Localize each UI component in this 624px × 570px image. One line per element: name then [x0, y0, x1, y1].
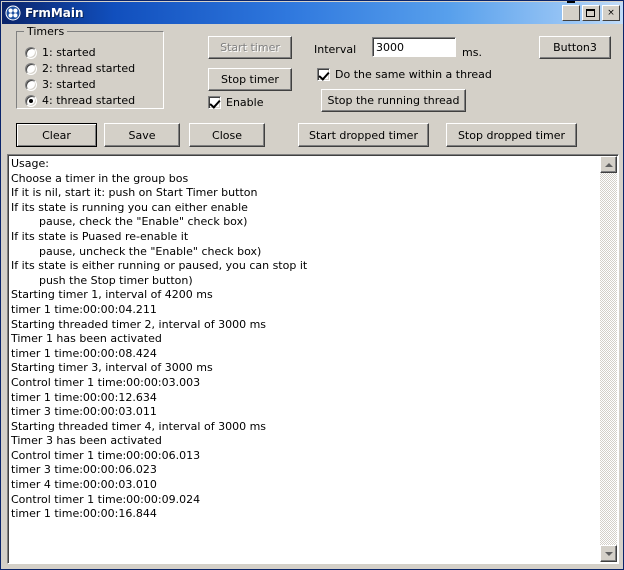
enable-checkbox-label: Enable: [226, 96, 264, 109]
log-line: timer 4 time:00:00:03.010: [11, 478, 157, 492]
log-line: Starting timer 3, interval of 3000 ms: [11, 361, 213, 375]
close-icon: ×: [607, 8, 615, 18]
checkbox-icon-checked: [208, 96, 221, 109]
log-line: Usage:: [11, 157, 49, 170]
do-same-within-thread-label: Do the same within a thread: [335, 68, 492, 81]
minimize-button[interactable]: [562, 1, 580, 21]
log-line: If its state is either running or paused…: [11, 259, 308, 273]
scroll-up-icon: [604, 162, 613, 167]
log-line: Timer 3 has been activated: [11, 434, 162, 448]
stop-timer-button[interactable]: Stop timer: [208, 68, 292, 91]
interval-input[interactable]: [372, 37, 456, 57]
log-line: Choose a timer in the group bos: [11, 171, 189, 185]
close-button[interactable]: ×: [602, 5, 620, 21]
scroll-down-button[interactable]: [600, 545, 617, 562]
log-line: Control timer 1 time:00:00:09.024: [11, 492, 201, 506]
window-title: FrmMain: [25, 6, 84, 20]
radio-icon: [25, 78, 37, 91]
log-textarea[interactable]: Usage: Choose a timer in the group bos If …: [7, 154, 619, 564]
stop-running-thread-button[interactable]: Stop the running thread: [321, 89, 466, 112]
maximize-button[interactable]: [582, 5, 600, 21]
app-icon: [5, 5, 21, 21]
radio-timer-2[interactable]: 2: thread started: [25, 61, 135, 76]
log-line: Starting threaded timer 2, interval of 3…: [11, 317, 267, 331]
do-same-within-thread-checkbox[interactable]: Do the same within a thread: [317, 68, 492, 81]
log-vertical-scrollbar[interactable]: [600, 156, 617, 562]
checkbox-icon-checked: [317, 68, 330, 81]
radio-timer-4[interactable]: 4: thread started: [25, 93, 135, 108]
save-button[interactable]: Save: [104, 123, 180, 147]
clear-button[interactable]: Clear: [16, 123, 97, 147]
log-line: Timer 1 has been activated: [11, 332, 162, 346]
log-line: timer 1 time:00:00:04.211: [11, 302, 157, 316]
button3[interactable]: Button3: [539, 36, 611, 59]
title-bar[interactable]: FrmMain ×: [2, 1, 623, 24]
radio-icon-selected: [25, 94, 37, 107]
log-line: pause, uncheck the "Enable" check box): [11, 244, 262, 258]
interval-units-label: ms.: [462, 46, 482, 59]
timers-groupbox: Timers 1: started 2: thread started 3: s…: [16, 25, 164, 109]
radio-timer-1-label: 1: started: [42, 46, 96, 59]
log-line: Control timer 1 time:00:00:06.013: [11, 448, 201, 462]
log-content: Usage: Choose a timer in the group bos If …: [11, 157, 591, 522]
scroll-down-icon: [604, 551, 613, 556]
log-line: If its state is running you can either e…: [11, 200, 248, 214]
log-line: pause, check the "Enable" check box): [11, 215, 248, 229]
radio-timer-3[interactable]: 3: started: [25, 77, 135, 92]
close-button-action[interactable]: Close: [189, 123, 265, 147]
log-line: timer 1 time:00:00:08.424: [11, 346, 157, 360]
log-line: If its state is Puased re-enable it: [11, 229, 189, 243]
window-bottom-edge: [2, 564, 623, 569]
radio-timer-1[interactable]: 1: started: [25, 45, 135, 60]
start-timer-button[interactable]: Start timer: [208, 36, 292, 59]
controls-panel: Timers 1: started 2: thread started 3: s…: [2, 24, 623, 150]
radio-timer-3-label: 3: started: [42, 78, 96, 91]
log-line: timer 1 time:00:00:12.634: [11, 390, 157, 404]
log-line: push the Stop timer button): [11, 273, 193, 287]
radio-icon: [25, 62, 37, 75]
window-controls: ×: [562, 1, 623, 21]
log-line: Control timer 1 time:00:00:03.003: [11, 375, 201, 389]
log-line: Starting timer 1, interval of 4200 ms: [11, 288, 213, 302]
radio-timer-4-label: 4: thread started: [42, 94, 136, 107]
radio-timer-2-label: 2: thread started: [42, 62, 136, 75]
enable-checkbox[interactable]: Enable: [208, 96, 263, 109]
radio-icon: [25, 46, 37, 59]
stop-dropped-timer-button[interactable]: Stop dropped timer: [446, 123, 577, 147]
log-line: timer 3 time:00:00:06.023: [11, 463, 157, 477]
scroll-up-button[interactable]: [600, 156, 617, 173]
timers-radio-list: 1: started 2: thread started 3: started …: [25, 45, 135, 109]
log-line: If it is nil, start it: push on Start Ti…: [11, 186, 258, 200]
log-line: timer 1 time:00:00:16.844: [11, 507, 157, 521]
log-line: Starting threaded timer 4, interval of 3…: [11, 419, 267, 433]
log-line: timer 3 time:00:00:03.011: [11, 405, 157, 419]
timers-groupbox-legend: Timers: [24, 25, 68, 38]
interval-label: Interval: [314, 43, 357, 56]
frmmain-window: FrmMain × Timers 1: started 2: thread st…: [0, 0, 624, 570]
start-dropped-timer-button[interactable]: Start dropped timer: [298, 123, 429, 147]
